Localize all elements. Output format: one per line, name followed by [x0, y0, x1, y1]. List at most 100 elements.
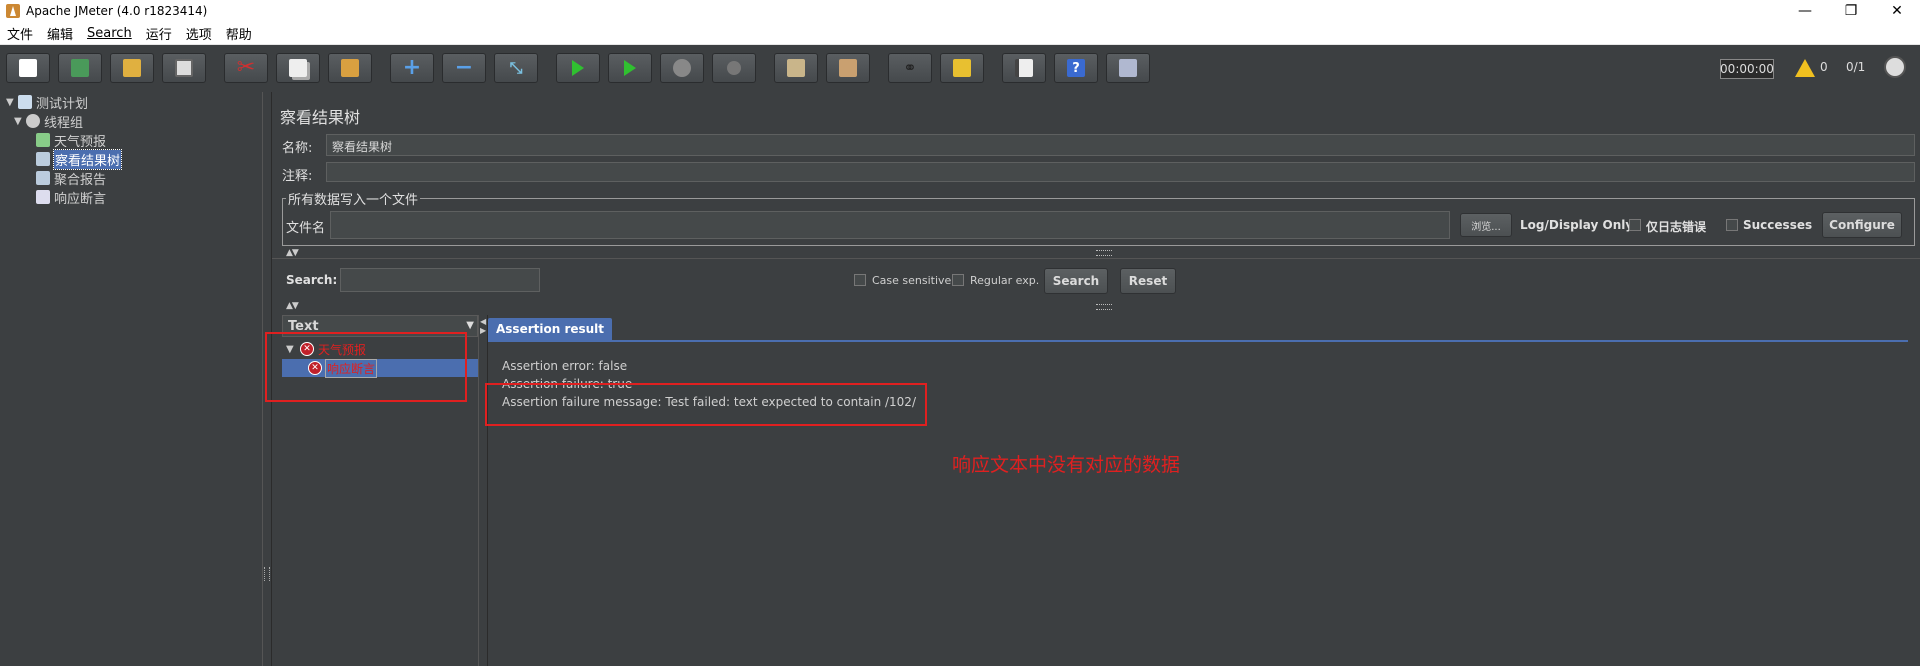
restore-button[interactable]: ❐: [1828, 0, 1874, 22]
tree-node-label: 测试计划: [36, 96, 89, 112]
open-button[interactable]: [110, 53, 154, 83]
warning-icon[interactable]: [1795, 59, 1815, 77]
separator: [272, 258, 1920, 259]
start-button[interactable]: [556, 53, 600, 83]
menu-options[interactable]: 选项: [179, 24, 219, 43]
shutdown-button[interactable]: [712, 53, 756, 83]
result-splitter[interactable]: ◀ ▶: [478, 315, 488, 666]
plus-icon: +: [402, 55, 422, 80]
remote-button[interactable]: [1106, 53, 1150, 83]
configure-button[interactable]: Configure: [1822, 212, 1902, 238]
collapse-arrows-icon[interactable]: ▲▼: [286, 301, 299, 311]
splitter-arrow-icon[interactable]: ◀ ▶: [480, 317, 486, 335]
tree-toggle[interactable]: ▼: [6, 97, 18, 108]
expand-button[interactable]: +: [390, 53, 434, 83]
filename-input[interactable]: [330, 211, 1450, 239]
errors-checkbox[interactable]: [1629, 219, 1641, 231]
menu-help[interactable]: 帮助: [219, 24, 259, 43]
tree-node-thread-group[interactable]: ▼ 线程组: [14, 112, 83, 131]
tree-node-view-results[interactable]: 察看结果树: [36, 148, 123, 170]
clear-all-button[interactable]: [826, 53, 870, 83]
tree-node-aggregate[interactable]: 聚合报告: [36, 169, 107, 188]
annotation-note: 响应文本中没有对应的数据: [952, 454, 1181, 476]
magnifier-icon: [36, 190, 50, 204]
templates-icon: [71, 59, 89, 77]
tree-toggle[interactable]: ▼: [14, 116, 26, 127]
paste-icon: [341, 59, 359, 77]
successes-checkbox[interactable]: [1726, 219, 1738, 231]
comment-input[interactable]: [326, 162, 1915, 182]
menu-run[interactable]: 运行: [139, 24, 179, 43]
function-helper-button[interactable]: [1002, 53, 1046, 83]
list-icon: [1015, 59, 1033, 77]
close-button[interactable]: ✕: [1874, 0, 1920, 22]
log-display-label: Log/Display Only:: [1520, 218, 1638, 232]
tab-underline: [488, 340, 1908, 342]
play-no-timer-icon: [624, 60, 636, 76]
menu-search[interactable]: Search: [80, 26, 139, 41]
save-icon: [175, 59, 193, 77]
start-no-pause-button[interactable]: [608, 53, 652, 83]
browse-button[interactable]: 浏览...: [1460, 213, 1512, 237]
annotation-box-tree: [265, 332, 467, 402]
help-button[interactable]: ?: [1054, 53, 1098, 83]
gear-icon: [26, 114, 40, 128]
panel-title: 察看结果树: [280, 108, 361, 127]
search-input[interactable]: [340, 268, 540, 292]
new-document-icon: [19, 59, 37, 77]
write-to-file-title: 所有数据写入一个文件: [286, 189, 421, 208]
tree-node-label: 聚合报告: [54, 172, 107, 188]
active-threads: 0/1: [1846, 60, 1866, 74]
search-toolbar-button[interactable]: ⚭: [888, 53, 932, 83]
stop-button[interactable]: [660, 53, 704, 83]
menu-edit[interactable]: 编辑: [40, 24, 80, 43]
drag-handle-icon[interactable]: [1096, 250, 1112, 256]
search-label: Search:: [286, 273, 338, 287]
cut-button[interactable]: ✂: [224, 53, 268, 83]
remote-status-icon: [1884, 56, 1906, 78]
tree-node-weather[interactable]: 天气预报: [36, 131, 106, 150]
assertion-result-area: Assertion result Assertion error: false …: [488, 315, 1920, 666]
comment-label: 注释:: [282, 169, 313, 184]
broom-icon: [953, 59, 971, 77]
chart-icon: [36, 152, 50, 166]
shutdown-icon: [727, 61, 741, 75]
successes-label: Successes: [1743, 218, 1813, 232]
copy-button[interactable]: [276, 53, 320, 83]
regex-checkbox[interactable]: [952, 274, 964, 286]
reset-search-button[interactable]: [940, 53, 984, 83]
renderer-dropdown-icon[interactable]: ▼: [466, 320, 474, 331]
splitter-grip[interactable]: [264, 567, 270, 581]
menu-file[interactable]: 文件: [0, 24, 40, 43]
search-button[interactable]: Search: [1044, 268, 1108, 294]
clear-button[interactable]: [774, 53, 818, 83]
copy-icon: [289, 59, 307, 77]
drag-handle-icon[interactable]: [1096, 304, 1112, 310]
case-sensitive-label: Case sensitive: [872, 274, 952, 287]
minus-icon: −: [454, 55, 474, 80]
name-label: 名称:: [282, 141, 313, 156]
tree-node-test-plan[interactable]: ▼ 测试计划: [6, 93, 89, 112]
name-input[interactable]: 察看结果树: [326, 134, 1915, 156]
paste-button[interactable]: [328, 53, 372, 83]
tree-node-label: 响应断言: [54, 191, 107, 207]
collapse-arrows-icon[interactable]: ▲▼: [286, 248, 299, 258]
remote-icon: [1119, 59, 1137, 77]
tree-node-assertion[interactable]: 响应断言: [36, 188, 107, 207]
view-results-tree-panel: 察看结果树 名称: 察看结果树 注释: 所有数据写入一个文件 文件名 浏览...…: [272, 92, 1920, 666]
warning-count: 0: [1820, 60, 1828, 74]
folder-icon: [123, 59, 141, 77]
case-sensitive-checkbox[interactable]: [854, 274, 866, 286]
scissors-icon: ✂: [236, 55, 256, 80]
new-button[interactable]: [6, 53, 50, 83]
minimize-button[interactable]: —: [1782, 0, 1828, 22]
toggle-button[interactable]: ⤡: [494, 53, 538, 83]
save-button[interactable]: [162, 53, 206, 83]
tab-assertion-result[interactable]: Assertion result: [488, 318, 613, 340]
test-plan-tree: ▼ 测试计划 ▼ 线程组 天气预报 察看结果树 聚合报告 响应断言: [0, 92, 263, 666]
elapsed-timer: 00:00:00: [1720, 59, 1774, 79]
collapse-button[interactable]: −: [442, 53, 486, 83]
jmeter-logo-icon: [6, 4, 20, 18]
templates-button[interactable]: [58, 53, 102, 83]
reset-button[interactable]: Reset: [1120, 268, 1176, 294]
